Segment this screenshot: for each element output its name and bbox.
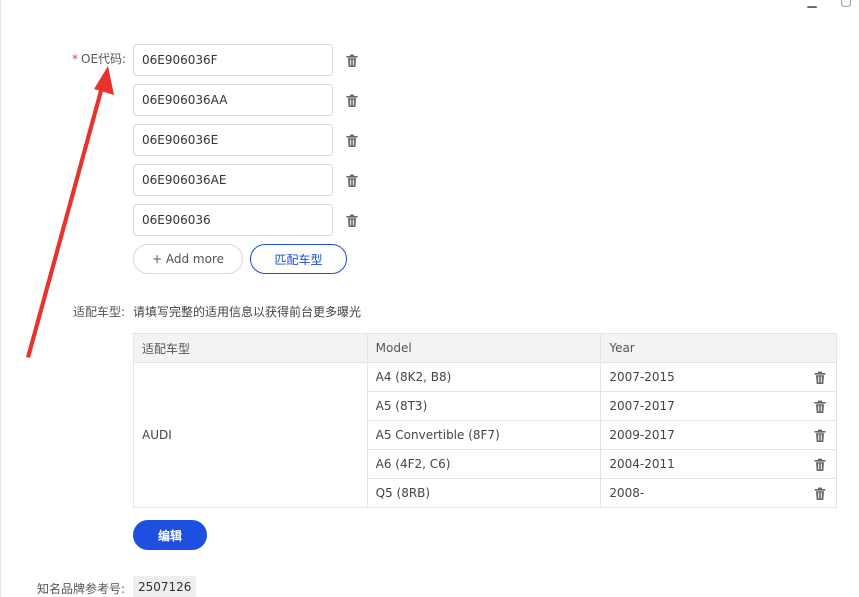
oe-code-input[interactable]: [134, 125, 332, 155]
trash-icon[interactable]: [813, 487, 827, 501]
fitment-hint: 请填写完整的适用信息以获得前台更多曝光: [133, 305, 362, 319]
edit-button[interactable]: 编辑: [133, 520, 207, 550]
oe-code-input[interactable]: [134, 205, 332, 235]
required-mark: *: [72, 52, 78, 66]
left-border: [0, 0, 1, 597]
trash-icon[interactable]: [345, 54, 359, 68]
brand-cell: AUDI: [133, 362, 368, 508]
oe-code-input[interactable]: [134, 165, 332, 195]
year-cell: 2007-2017: [609, 399, 675, 413]
trash-icon[interactable]: [345, 134, 359, 148]
model-cell: A5 Convertible (8F7): [366, 420, 602, 450]
year-cell: 2007-2015: [609, 370, 675, 384]
oe-code-field[interactable]: [133, 204, 333, 236]
year-cell: 2008-: [609, 486, 645, 500]
year-cell: 2004-2011: [609, 457, 675, 471]
trash-icon[interactable]: [345, 174, 359, 188]
match-vehicle-button[interactable]: 匹配车型: [250, 244, 347, 274]
column-header-model: Model: [366, 333, 602, 363]
oe-code-field[interactable]: [133, 84, 333, 116]
oe-code-field[interactable]: [133, 124, 333, 156]
table-header-row: 适配车型 Model Year: [133, 333, 837, 363]
add-more-button[interactable]: + Add more: [133, 244, 243, 274]
model-cell: A6 (4F2, C6): [366, 449, 602, 479]
fitment-label: 适配车型:: [73, 305, 126, 319]
column-header-year: Year: [600, 333, 837, 363]
fitment-table: 适配车型 Model Year AUDI A4 (8K2, B8) 2007-2…: [133, 333, 837, 508]
maximize-icon[interactable]: ▢: [839, 0, 853, 8]
window-controls: ▁ ▢: [805, 0, 853, 8]
trash-icon[interactable]: [813, 400, 827, 414]
arrow-head: [94, 66, 114, 95]
brand-ref-label: 知名品牌参考号:: [37, 582, 126, 596]
oe-code-input[interactable]: [134, 85, 332, 115]
model-cell: Q5 (8RB): [366, 478, 602, 508]
table-row: AUDI A4 (8K2, B8) 2007-2015: [133, 362, 837, 508]
year-cell: 2009-2017: [609, 428, 675, 442]
model-cell: A5 (8T3): [366, 391, 602, 421]
trash-icon[interactable]: [813, 429, 827, 443]
minimize-icon[interactable]: ▁: [805, 0, 819, 8]
brand-ref-value: 2507126: [133, 576, 197, 597]
oe-code-input[interactable]: [134, 45, 332, 75]
column-header-vehicle: 适配车型: [133, 333, 368, 363]
trash-icon[interactable]: [345, 94, 359, 108]
trash-icon[interactable]: [345, 214, 359, 228]
trash-icon[interactable]: [813, 371, 827, 385]
oe-code-field[interactable]: [133, 44, 333, 76]
oe-code-label: * OE代码:: [72, 52, 127, 66]
oe-code-field[interactable]: [133, 164, 333, 196]
model-cell: A4 (8K2, B8): [366, 362, 602, 392]
trash-icon[interactable]: [813, 458, 827, 472]
